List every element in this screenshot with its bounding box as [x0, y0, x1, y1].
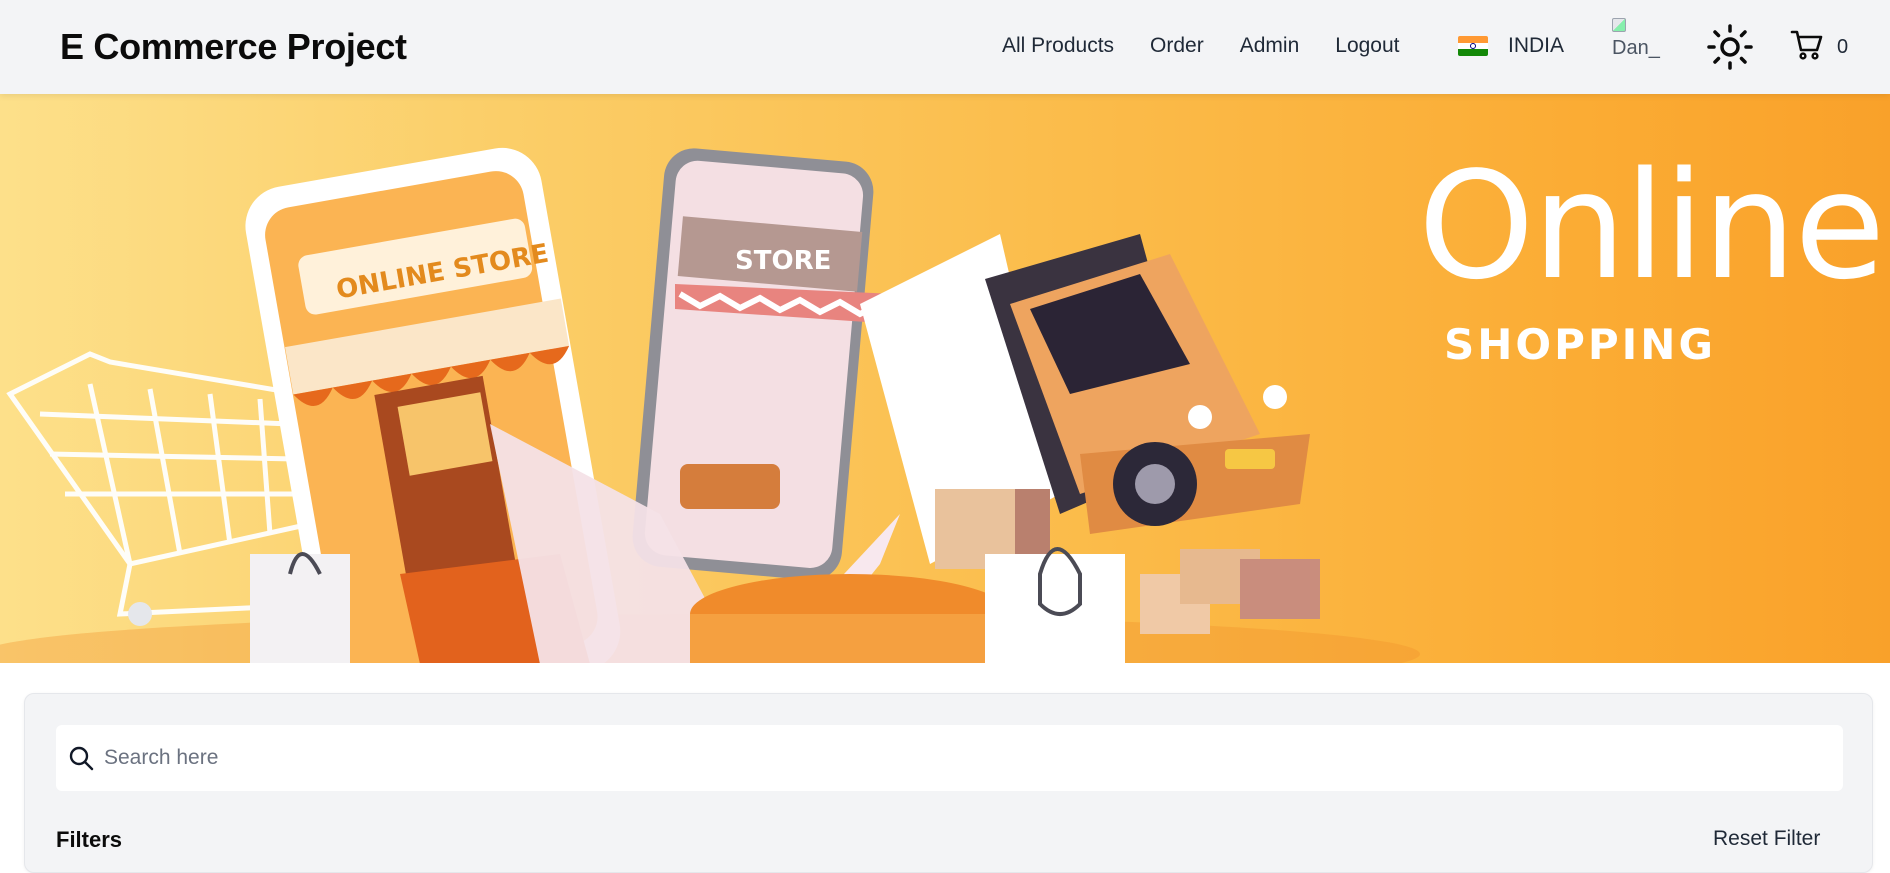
filter-panel: Filters Reset Filter — [24, 693, 1873, 873]
avatar-alt-text: Dan_ — [1612, 37, 1660, 59]
cart-button[interactable] — [1790, 28, 1824, 62]
banner-subline: SHOPPING — [1444, 320, 1716, 369]
phone-store-sign-text: STORE — [735, 246, 831, 276]
brand-title[interactable]: E Commerce Project — [60, 26, 407, 68]
nav-all-products[interactable]: All Products — [1002, 34, 1114, 58]
avatar[interactable]: Dan_ — [1612, 18, 1672, 74]
reset-filter-button[interactable]: Reset Filter — [1713, 827, 1820, 851]
search-input[interactable] — [104, 725, 1824, 791]
theme-toggle-button[interactable] — [1707, 24, 1753, 70]
nav-logout[interactable]: Logout — [1335, 34, 1399, 58]
search-box — [56, 725, 1843, 791]
cart-icon — [1790, 30, 1823, 60]
search-icon — [69, 746, 94, 771]
navbar: E Commerce Project All Products Order Ad… — [0, 0, 1890, 94]
india-flag-icon — [1458, 36, 1488, 56]
nav-order[interactable]: Order — [1150, 34, 1204, 58]
cart-count: 0 — [1837, 36, 1849, 58]
country-name: INDIA — [1508, 34, 1565, 57]
nav-admin[interactable]: Admin — [1240, 34, 1300, 58]
country-selector[interactable]: INDIA — [1458, 34, 1564, 58]
broken-image-icon — [1612, 18, 1626, 32]
nav-links: All Products Order Admin Logout — [1002, 34, 1436, 58]
hero-banner: ONLINE STORE STORE Online. SHOPPING — [0, 94, 1890, 663]
banner-headline: Online. — [1418, 140, 1890, 312]
sun-icon — [1707, 24, 1753, 70]
filters-title: Filters — [56, 827, 123, 852]
